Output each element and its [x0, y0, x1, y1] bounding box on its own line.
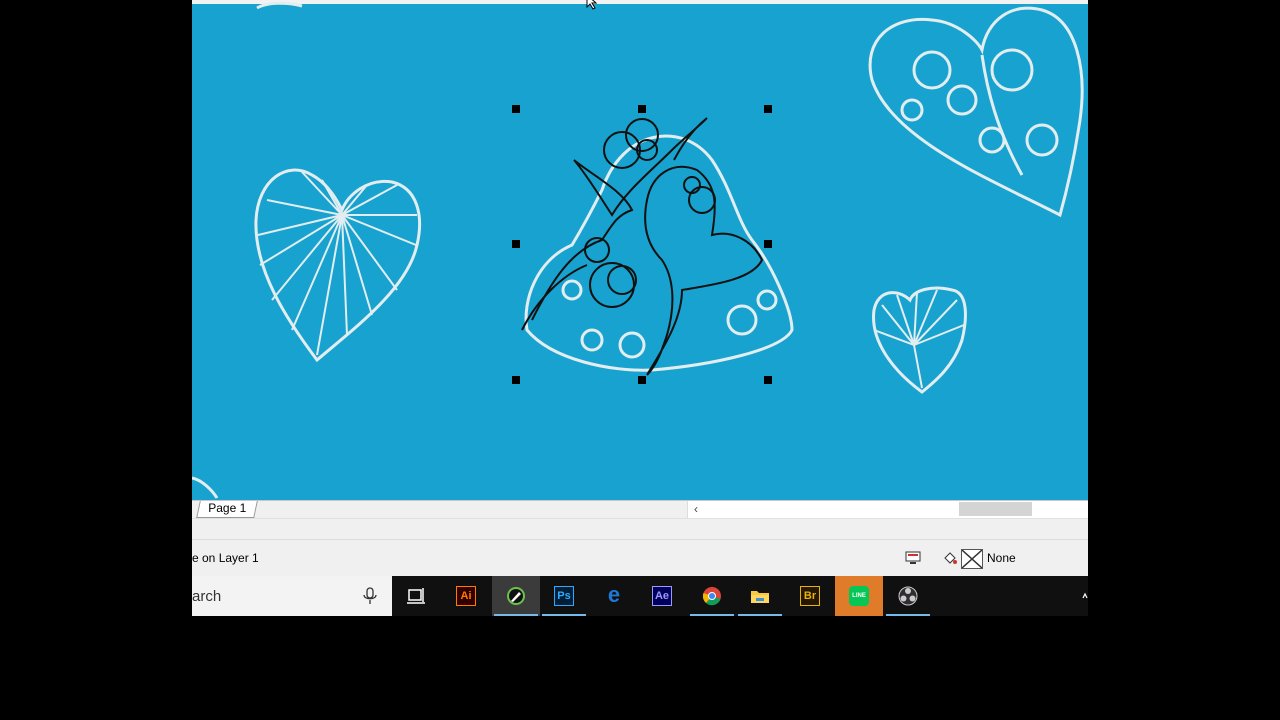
- microphone-icon[interactable]: [362, 587, 378, 605]
- mouse-cursor-icon: [586, 0, 598, 10]
- taskbar-chrome[interactable]: [688, 576, 736, 616]
- task-view-button[interactable]: [392, 576, 440, 616]
- search-placeholder: arch: [192, 588, 222, 605]
- document-navigator-bar: [192, 518, 1088, 539]
- horizontal-scrollbar[interactable]: ‹: [687, 501, 1088, 518]
- explorer-open-underline: [738, 614, 782, 616]
- taskbar-file-explorer[interactable]: [736, 576, 784, 616]
- file-explorer-icon: [751, 591, 769, 603]
- corel-window: Page 1 ‹ e on Layer 1 None arch Ai Ps e …: [192, 0, 1088, 616]
- selection-handle-top-right[interactable]: [764, 105, 772, 113]
- selection-handle-left[interactable]: [512, 240, 520, 248]
- obs-icon: [898, 586, 918, 606]
- coreldraw-active-underline: [494, 614, 538, 616]
- after-effects-icon: Ae: [652, 586, 672, 606]
- scroll-left-arrow-icon[interactable]: ‹: [688, 501, 704, 518]
- chrome-icon: [702, 587, 721, 606]
- filigree-heart-top-right: [868, 6, 1084, 218]
- taskbar-edge[interactable]: e: [590, 576, 638, 616]
- no-fill-swatch[interactable]: [961, 549, 983, 569]
- selection-handle-bottom-left[interactable]: [512, 376, 520, 384]
- filigree-heart-center: [524, 134, 794, 372]
- selection-handle-bottom-right[interactable]: [764, 376, 772, 384]
- taskbar-photoshop[interactable]: Ps: [540, 576, 588, 616]
- windows-taskbar: arch Ai Ps e Ae Br LINE: [192, 576, 1088, 616]
- taskbar-illustrator[interactable]: Ai: [442, 576, 490, 616]
- coreldraw-icon: [507, 587, 525, 605]
- taskbar-search-box[interactable]: arch: [192, 576, 392, 616]
- status-bar: e on Layer 1 None: [192, 539, 1088, 577]
- radial-heart-small: [872, 286, 967, 394]
- taskbar-after-effects[interactable]: Ae: [638, 576, 686, 616]
- taskbar-coreldraw[interactable]: [492, 576, 540, 616]
- radial-heart-left: [254, 168, 421, 363]
- bridge-icon: Br: [800, 586, 820, 606]
- edge-icon: e: [607, 582, 621, 607]
- photoshop-icon: Ps: [554, 586, 574, 606]
- photoshop-open-underline: [542, 614, 586, 616]
- obs-open-underline: [886, 614, 930, 616]
- tab-page-1[interactable]: Page 1: [196, 501, 258, 518]
- illustrator-icon: Ai: [456, 586, 476, 606]
- chrome-open-underline: [690, 614, 734, 616]
- line-icon: LINE: [849, 586, 869, 606]
- taskbar-bridge[interactable]: Br: [786, 576, 834, 616]
- fill-bucket-icon[interactable]: [942, 550, 958, 566]
- taskbar-obs[interactable]: [884, 576, 932, 616]
- show-hidden-icons-icon[interactable]: [1082, 590, 1088, 602]
- selection-handle-bottom[interactable]: [638, 376, 646, 384]
- drawing-canvas[interactable]: [192, 0, 1088, 500]
- tab-page-1-label: Page 1: [208, 501, 247, 515]
- scrollbar-thumb[interactable]: [959, 502, 1032, 516]
- selection-handle-top[interactable]: [638, 105, 646, 113]
- color-proof-icon[interactable]: [905, 550, 921, 566]
- taskbar-line[interactable]: LINE: [835, 576, 883, 616]
- background-pattern: [192, 1, 1084, 499]
- status-object-info: e on Layer 1: [192, 551, 259, 565]
- selection-handle-top-left[interactable]: [512, 105, 520, 113]
- page-tabs-bar: Page 1 ‹: [192, 500, 1088, 518]
- selection-handle-right[interactable]: [764, 240, 772, 248]
- fill-label: None: [987, 551, 1016, 565]
- task-view-icon: [407, 588, 425, 604]
